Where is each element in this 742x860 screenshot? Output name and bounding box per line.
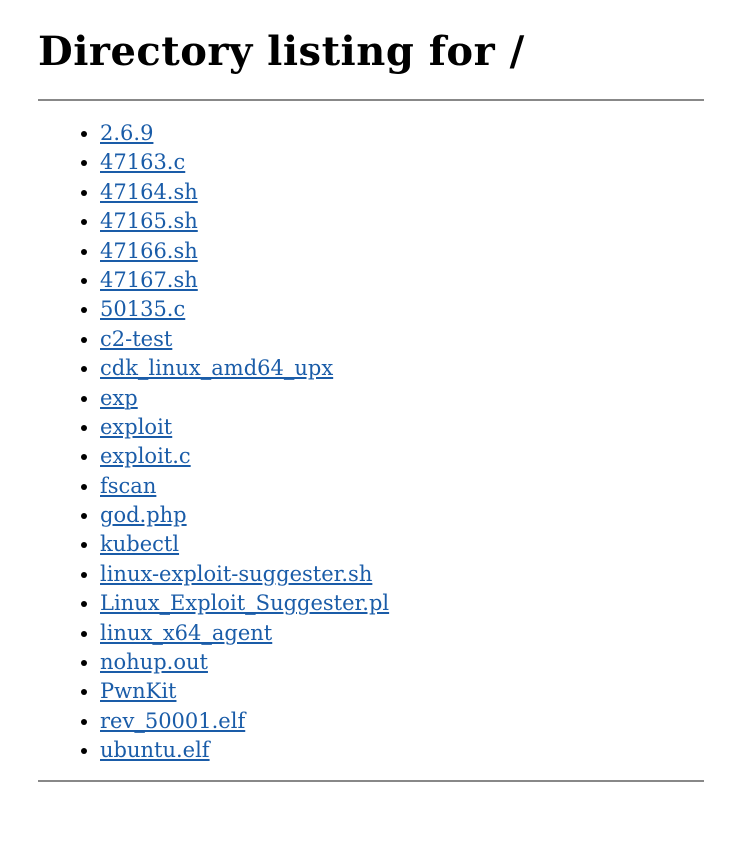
file-link[interactable]: 2.6.9 (100, 121, 153, 145)
list-item: 50135.c (100, 295, 704, 324)
file-link[interactable]: ubuntu.elf (100, 738, 210, 762)
list-item: exp (100, 384, 704, 413)
file-link[interactable]: exploit.c (100, 444, 191, 468)
file-list: 2.6.9 47163.c 47164.sh 47165.sh 47166.sh 4716… (38, 119, 704, 766)
list-item: god.php (100, 501, 704, 530)
list-item: exploit.c (100, 442, 704, 471)
list-item: 47165.sh (100, 207, 704, 236)
list-item: 47166.sh (100, 237, 704, 266)
list-item: 47163.c (100, 148, 704, 177)
file-link[interactable]: 47163.c (100, 150, 185, 174)
file-link[interactable]: linux_x64_agent (100, 621, 272, 645)
file-link[interactable]: kubectl (100, 532, 179, 556)
list-item: 2.6.9 (100, 119, 704, 148)
file-link[interactable]: god.php (100, 503, 187, 527)
file-link[interactable]: PwnKit (100, 679, 176, 703)
file-link[interactable]: Linux_Exploit_Suggester.pl (100, 591, 389, 615)
file-link[interactable]: exploit (100, 415, 172, 439)
file-link[interactable]: cdk_linux_amd64_upx (100, 356, 333, 380)
list-item: ubuntu.elf (100, 736, 704, 765)
divider-bottom (38, 780, 704, 782)
list-item: fscan (100, 472, 704, 501)
list-item: rev_50001.elf (100, 707, 704, 736)
file-link[interactable]: nohup.out (100, 650, 208, 674)
file-link[interactable]: c2-test (100, 327, 172, 351)
page-title: Directory listing for / (38, 28, 704, 75)
list-item: linux-exploit-suggester.sh (100, 560, 704, 589)
file-link[interactable]: 50135.c (100, 297, 185, 321)
file-link[interactable]: 47166.sh (100, 239, 198, 263)
file-link[interactable]: linux-exploit-suggester.sh (100, 562, 372, 586)
list-item: kubectl (100, 530, 704, 559)
list-item: linux_x64_agent (100, 619, 704, 648)
list-item: c2-test (100, 325, 704, 354)
file-link[interactable]: 47165.sh (100, 209, 198, 233)
list-item: PwnKit (100, 677, 704, 706)
file-link[interactable]: fscan (100, 474, 156, 498)
file-link[interactable]: 47167.sh (100, 268, 198, 292)
divider-top (38, 99, 704, 101)
file-link[interactable]: rev_50001.elf (100, 709, 245, 733)
list-item: exploit (100, 413, 704, 442)
list-item: 47167.sh (100, 266, 704, 295)
list-item: 47164.sh (100, 178, 704, 207)
file-link[interactable]: exp (100, 386, 138, 410)
list-item: nohup.out (100, 648, 704, 677)
list-item: Linux_Exploit_Suggester.pl (100, 589, 704, 618)
file-link[interactable]: 47164.sh (100, 180, 198, 204)
list-item: cdk_linux_amd64_upx (100, 354, 704, 383)
